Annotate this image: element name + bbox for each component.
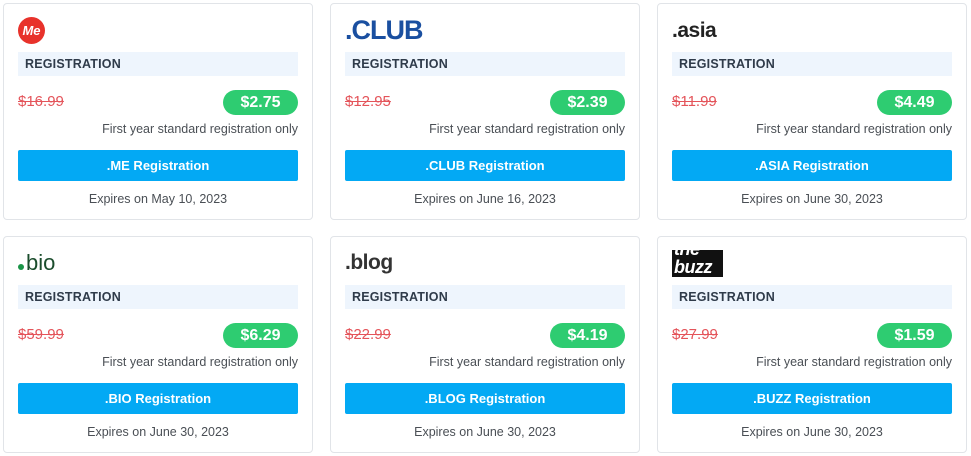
blog-logo: .blog [345,245,393,281]
me-logo: Me [18,12,45,48]
club-logo-text: .CLUB [345,14,423,45]
first-year-note: First year standard registration only [756,355,952,369]
club-registration-button[interactable]: .CLUB Registration [345,150,625,181]
expiry-date: Expires on June 30, 2023 [87,425,229,439]
expiry-date: Expires on June 30, 2023 [414,425,556,439]
asia-registration-button[interactable]: .ASIA Registration [672,150,952,181]
me-logo-badge: Me [18,16,45,44]
registration-label: REGISTRATION [345,285,625,309]
buzz-logo: the buzz [672,240,723,281]
blog-logo-text: .blog [345,251,393,274]
original-price: $27.99 [672,326,718,343]
original-price: $59.99 [18,326,64,343]
bio-registration-button[interactable]: .BIO Registration [18,383,298,414]
original-price: $22.99 [345,326,391,343]
bio-logo-text: bio [26,250,56,275]
domain-card-bio: bio REGISTRATION $59.99 $6.29 First year… [3,236,313,453]
expiry-date: Expires on May 10, 2023 [88,192,228,206]
domain-card-buzz: the buzz REGISTRATION $27.99 $1.59 First… [657,236,967,453]
domain-card-club: .CLUB REGISTRATION $12.95 $2.39 First ye… [330,3,640,220]
asia-logo: .asia [672,12,717,48]
registration-label: REGISTRATION [672,285,952,309]
sale-price-badge: $6.29 [223,323,298,348]
sale-price-badge: $1.59 [877,323,952,348]
registration-label: REGISTRATION [18,285,298,309]
first-year-note: First year standard registration only [429,355,625,369]
registration-label: REGISTRATION [18,52,298,76]
original-price: $11.99 [672,93,717,110]
blog-registration-button[interactable]: .BLOG Registration [345,383,625,414]
sale-price-badge: $4.49 [877,90,952,115]
domain-card-blog: .blog REGISTRATION $22.99 $4.19 First ye… [330,236,640,453]
expiry-date: Expires on June 30, 2023 [741,192,883,206]
expiry-date: Expires on June 16, 2023 [414,192,556,206]
asia-logo-text: .asia [672,18,717,42]
registration-label: REGISTRATION [672,52,952,76]
sale-price-badge: $4.19 [550,323,625,348]
first-year-note: First year standard registration only [756,122,952,136]
original-price: $16.99 [18,93,64,110]
sale-price-badge: $2.75 [223,90,298,115]
first-year-note: First year standard registration only [102,122,298,136]
expiry-date: Expires on June 30, 2023 [741,425,883,439]
sale-price-badge: $2.39 [550,90,625,115]
buzz-logo-text: the buzz [674,238,713,277]
first-year-note: First year standard registration only [429,122,625,136]
domain-card-me: Me REGISTRATION $16.99 $2.75 First year … [3,3,313,220]
registration-label: REGISTRATION [345,52,625,76]
buzz-logo-badge: the buzz [672,240,723,277]
me-registration-button[interactable]: .ME Registration [18,150,298,181]
first-year-note: First year standard registration only [102,355,298,369]
original-price: $12.95 [345,93,391,110]
bio-logo: bio [18,245,55,281]
buzz-registration-button[interactable]: .BUZZ Registration [672,383,952,414]
domain-card-asia: .asia REGISTRATION $11.99 $4.49 First ye… [657,3,967,220]
bio-logo-dot [18,264,24,270]
club-logo: .CLUB [345,12,423,48]
